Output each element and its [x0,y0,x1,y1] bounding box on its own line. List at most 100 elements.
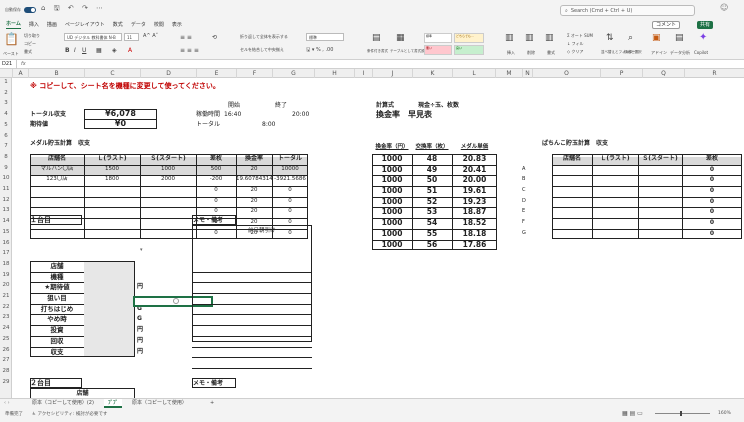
rate-cell[interactable]: 18.18 [452,229,497,240]
analyze-data-button[interactable]: データ分析 [670,50,690,56]
rate-cell[interactable]: 1000 [372,229,412,240]
pachinko-diff[interactable]: 0 [682,207,742,216]
find-select-button[interactable]: 検索と選択 [624,50,642,55]
underline-button[interactable]: U [82,47,86,54]
memo-note[interactable]: 前日朝引け [248,227,276,236]
row-header[interactable]: 23 [0,314,11,320]
insert-cells-button[interactable]: 挿入 [507,50,515,56]
delete-cells-icon[interactable]: ▥ [525,33,534,43]
conditional-format-icon[interactable]: ▤ [372,33,381,43]
copy-button[interactable]: コピー [24,41,36,47]
border-icon[interactable]: ▦ [96,47,102,54]
italic-button[interactable]: I [74,47,76,54]
orientation-icon[interactable]: ⟲ [212,34,217,41]
name-box[interactable]: D21 [0,59,17,69]
number-format-icons[interactable]: 🖫 ▾ % , .00 [306,47,333,55]
rate-cell[interactable]: 49 [412,165,452,176]
medal-cell[interactable]: 500 [196,165,236,174]
pachinko-diff[interactable]: 0 [682,165,742,174]
row-header[interactable]: 8 [0,154,11,160]
rate-cell[interactable]: 1000 [372,197,412,208]
menu-0[interactable]: ホーム [6,20,21,29]
find-select-icon[interactable]: ⌕ [628,33,633,43]
row-header[interactable]: 4 [0,111,11,117]
start-time[interactable]: 16:40 [224,110,241,119]
column-header[interactable]: O [532,69,600,78]
medal-cell[interactable]: マルハン〇店 [30,165,84,174]
paste-button[interactable]: ペースト [3,51,19,57]
row-header[interactable]: 11 [0,186,11,192]
bold-button[interactable]: B [65,47,70,54]
rate-cell[interactable]: 20.00 [452,175,497,186]
row-header[interactable]: 25 [0,336,11,342]
rate-cell[interactable]: 1000 [372,207,412,218]
worksheet-grid[interactable]: ※ コピーして、シート名を機種に変更して使ってください。 開始 終了 トータル収… [12,78,744,398]
column-header[interactable]: K [412,69,452,78]
font-color-icon[interactable]: A [128,47,132,54]
row-header[interactable]: 13 [0,207,11,213]
pachinko-diff[interactable]: 0 [682,175,742,184]
row-header[interactable]: 12 [0,197,11,203]
rate-cell[interactable]: 51 [412,186,452,197]
comment-button[interactable]: コメント [652,21,681,29]
rate-cell[interactable]: 56 [412,240,452,251]
menu-5[interactable]: データ [131,21,146,29]
row-header[interactable]: 3 [0,100,11,106]
view-mode-icons[interactable]: ▦ ▤ ▭ [622,410,643,417]
sort-filter-icon[interactable]: ⇅ [606,33,614,43]
column-header[interactable]: G [272,69,314,78]
share-button[interactable]: 共有 [697,21,714,29]
pachinko-diff[interactable]: 0 [682,229,742,238]
align-top-icon[interactable]: ≡ ≡ [180,34,192,41]
column-header[interactable]: F [236,69,272,78]
pachinko-diff[interactable]: 0 [682,218,742,227]
medal-cell[interactable]: 1500 [84,165,140,174]
row-header[interactable]: 28 [0,368,11,374]
table-format-icon[interactable]: ▦ [396,33,405,43]
column-header[interactable]: C [84,69,140,78]
column-header[interactable]: D [140,69,196,78]
end-time[interactable]: 20:00 [292,110,309,119]
format-cells-icon[interactable]: ▥ [545,33,554,43]
rate-cell[interactable]: 20.41 [452,165,497,176]
sheet-tab[interactable]: ﾌﾞﾌﾞ [104,399,123,408]
addin-icon[interactable]: ▣ [652,33,661,43]
row-header[interactable]: 10 [0,175,11,181]
tab-scroll-icon[interactable]: ‹ › [4,400,10,406]
medal-cell[interactable]: 20 [236,197,272,206]
row-header[interactable]: 24 [0,325,11,331]
pachinko-diff[interactable]: 0 [682,186,742,195]
menu-6[interactable]: 校閲 [154,21,164,29]
dropdown-arrow-icon[interactable]: ▾ [140,246,143,255]
zoom-slider-handle[interactable] [680,411,682,416]
fill-handle-icon[interactable] [173,298,179,304]
medal-cell[interactable]: 0 [196,197,236,206]
medal-cell[interactable]: 20 [236,207,272,216]
row-header[interactable]: 26 [0,347,11,353]
medal-cell[interactable]: -200 [196,175,236,184]
rate-cell[interactable]: 54 [412,218,452,229]
sheet-tab[interactable]: + [206,399,218,408]
number-format-select[interactable]: 標準 [309,35,317,41]
rate-cell[interactable]: 1000 [372,240,412,251]
menu-4[interactable]: 数式 [113,21,123,29]
medal-cell[interactable]: -3921.5686 [272,175,308,184]
merge-center-button[interactable]: セルを結合して中央揃え [240,47,284,53]
rate-cell[interactable]: 18.52 [452,218,497,229]
paste-icon[interactable]: 📋 [4,32,19,46]
medal-cell[interactable]: 0 [272,207,308,216]
column-header[interactable]: B [28,69,84,78]
font-select[interactable]: UD デジタル 教科書体 N-B [67,35,116,41]
row-header[interactable]: 7 [0,143,11,149]
rate-cell[interactable]: 1000 [372,218,412,229]
medal-cell[interactable]: 19.60784314 [236,175,272,184]
style-bad[interactable]: 悪い [424,45,452,55]
row-header[interactable]: 2 [0,90,11,96]
quick-access-icons[interactable]: ⌂ 🖫 ↶ ↷ ⋯ [41,4,106,15]
rate-cell[interactable]: 18.87 [452,207,497,218]
rate-cell[interactable]: 19.23 [452,197,497,208]
fill-color-icon[interactable]: ◈ [112,47,117,54]
delete-cells-button[interactable]: 削除 [527,50,535,56]
medal-cell[interactable]: 123〇店 [30,175,84,184]
row-header[interactable]: 27 [0,357,11,363]
